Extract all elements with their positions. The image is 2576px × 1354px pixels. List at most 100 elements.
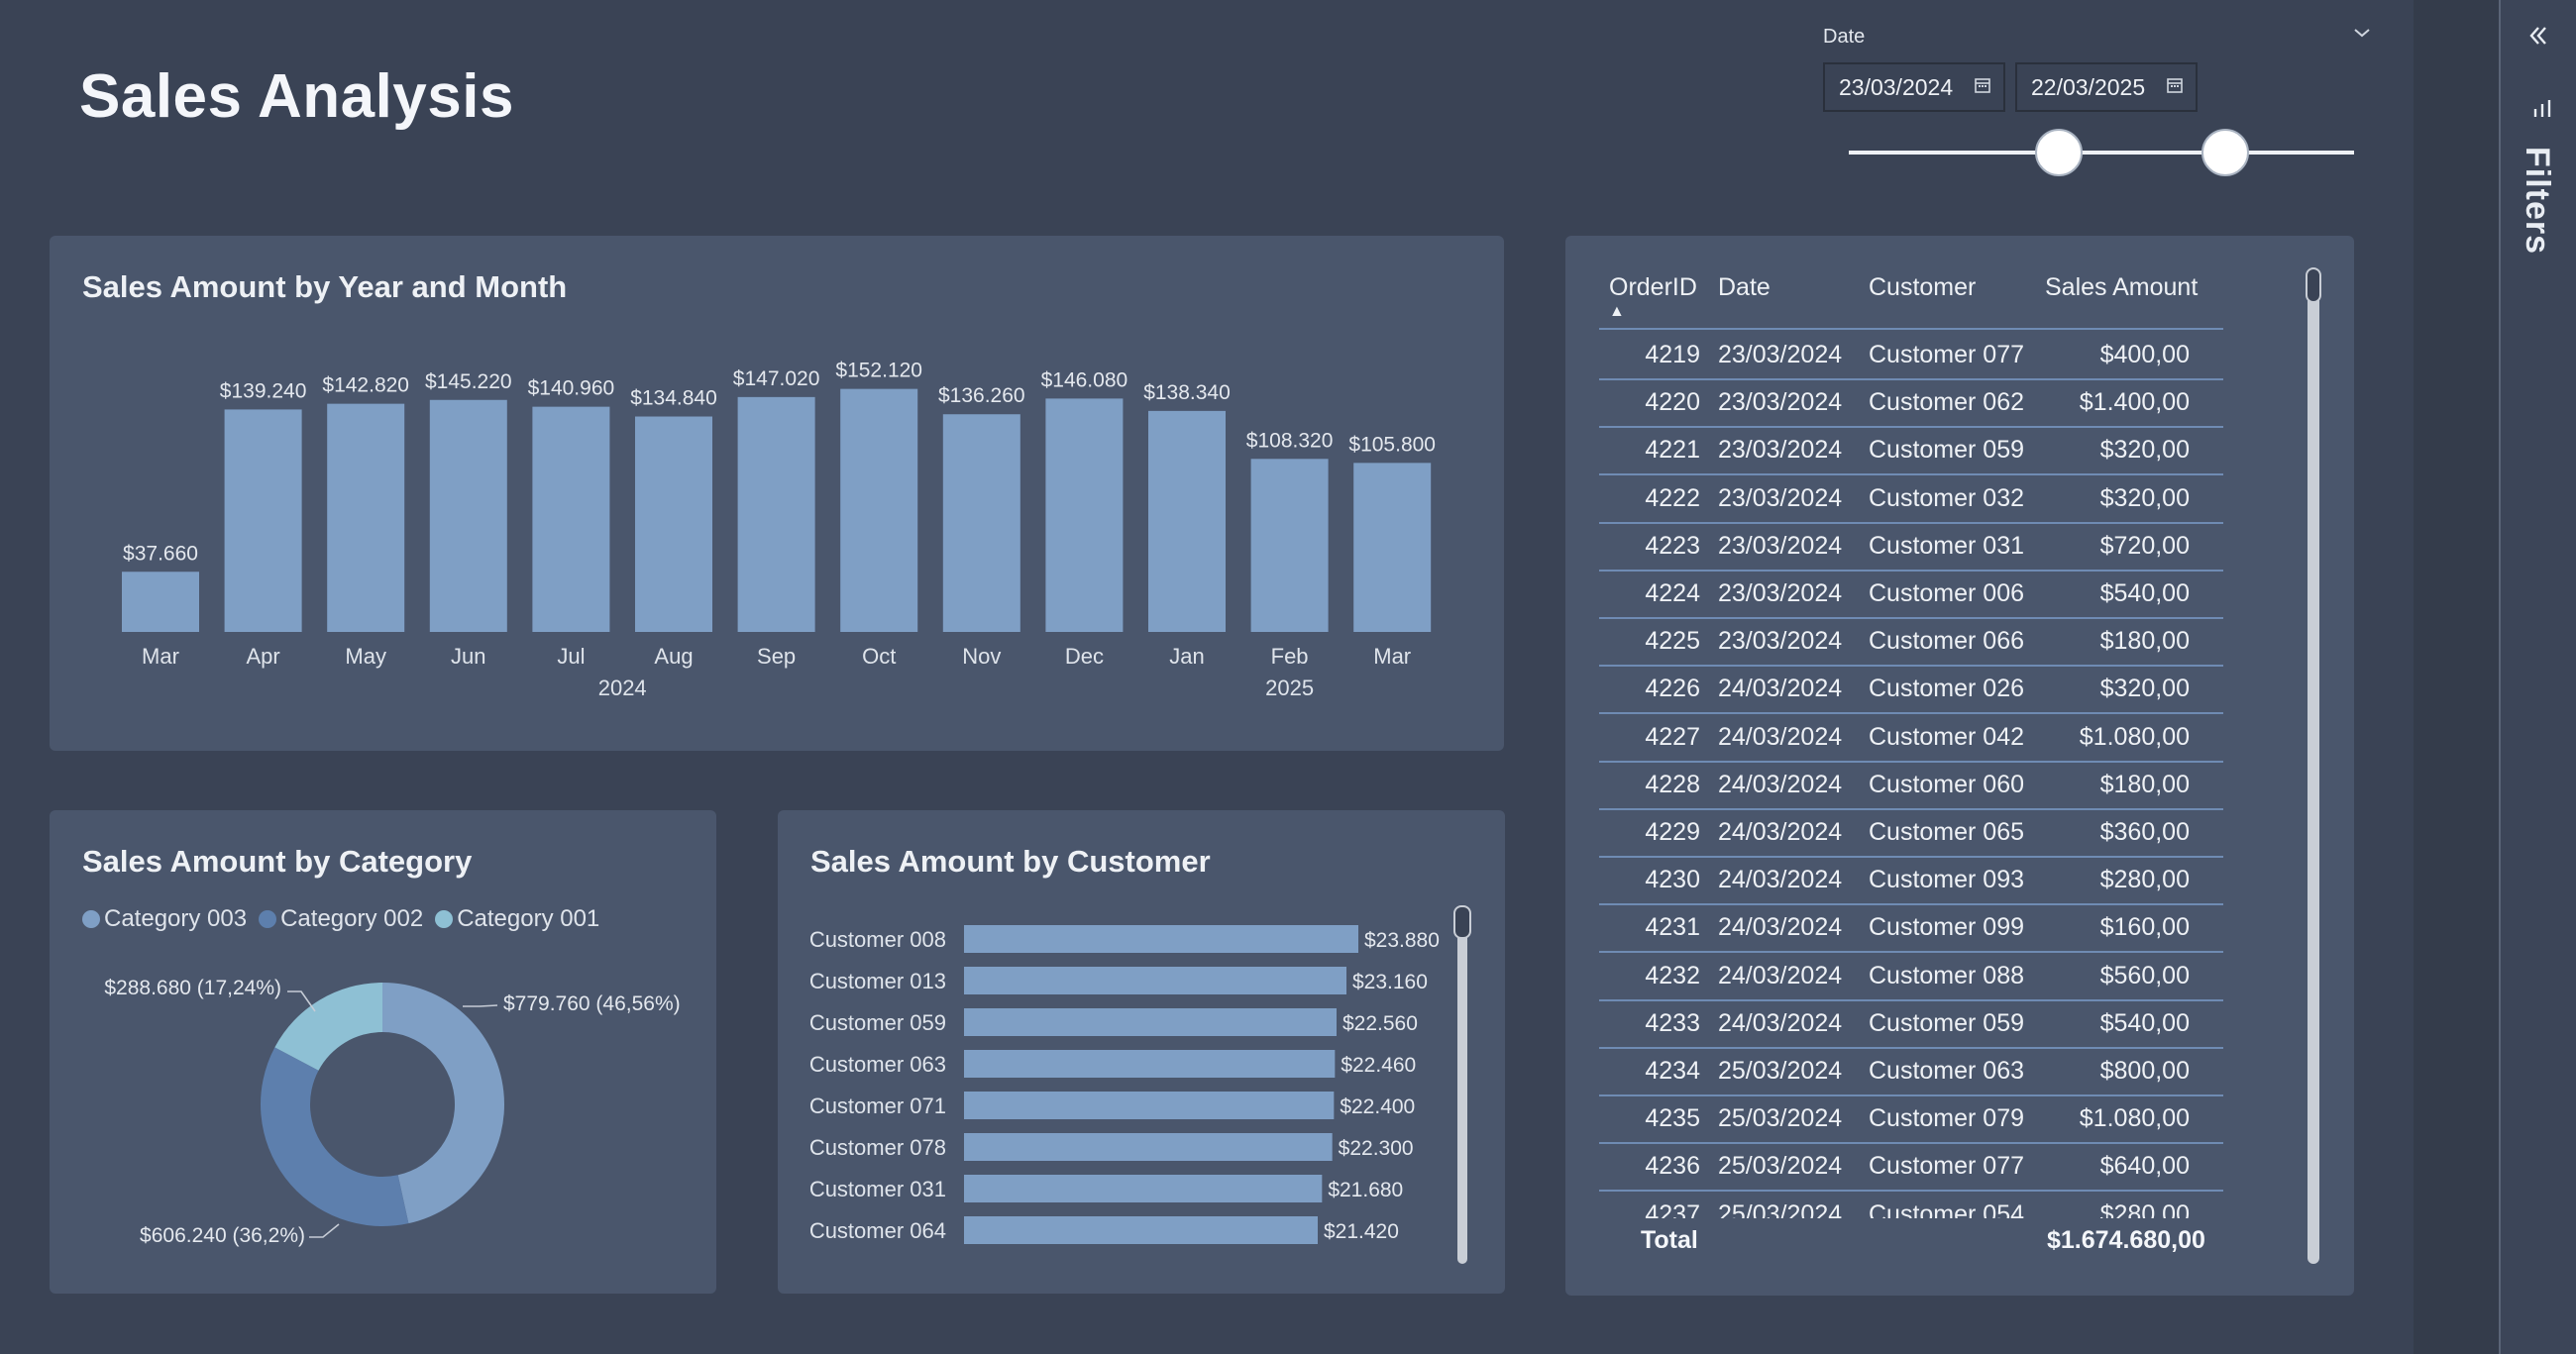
- cell-customer: Customer 077: [1869, 341, 2025, 368]
- table-row[interactable]: 4232 24/03/2024 Customer 088 $560,00: [1599, 952, 2223, 1001]
- cell-sales-amount: $560,00: [2099, 961, 2190, 989]
- table-row[interactable]: 4225 23/03/2024 Customer 066 $180,00: [1599, 617, 2223, 668]
- table-row[interactable]: 4237 25/03/2024 Customer 054 $280,00: [1599, 1191, 2223, 1218]
- bar-value-label: $21.420: [1324, 1220, 1399, 1243]
- cell-sales-amount: $180,00: [2099, 770, 2190, 798]
- cell-sales-amount: $400,00: [2099, 341, 2190, 368]
- filter-icon[interactable]: [2532, 97, 2554, 126]
- table-row[interactable]: 4229 24/03/2024 Customer 065 $360,00: [1599, 808, 2223, 858]
- cell-date: 23/03/2024: [1718, 436, 1843, 465]
- cell-customer: Customer 026: [1869, 675, 2025, 703]
- collapse-double-chevron-icon[interactable]: [2526, 24, 2550, 52]
- cell-sales-amount: $1.080,00: [2079, 722, 2190, 751]
- table-row[interactable]: 4219 23/03/2024 Customer 077 $400,00: [1599, 331, 2223, 380]
- cell-orderid: 4222: [1645, 483, 1700, 512]
- cell-date: 25/03/2024: [1718, 1199, 1843, 1218]
- cell-date: 24/03/2024: [1718, 961, 1843, 989]
- cell-sales-amount: $280,00: [2099, 1199, 2190, 1218]
- orders-table-body: 4219 23/03/2024 Customer 077 $400,00 4220 23/…: [0, 0, 2414, 1218]
- cell-orderid: 4221: [1645, 436, 1700, 465]
- pane-divider: [2414, 0, 2499, 1354]
- cell-customer: Customer 063: [1869, 1057, 2025, 1085]
- cell-orderid: 4236: [1645, 1152, 1700, 1181]
- orders-table-scroll-thumb[interactable]: [2306, 267, 2321, 303]
- cell-customer: Customer 060: [1869, 770, 2025, 798]
- table-row[interactable]: 4220 23/03/2024 Customer 062 $1.400,00: [1599, 378, 2223, 429]
- cell-date: 25/03/2024: [1718, 1152, 1843, 1181]
- cell-orderid: 4237: [1645, 1199, 1700, 1218]
- donut-leader-line: [309, 1223, 340, 1238]
- cell-date: 24/03/2024: [1718, 770, 1843, 798]
- cell-sales-amount: $320,00: [2099, 483, 2190, 512]
- cell-date: 24/03/2024: [1718, 913, 1843, 942]
- orders-table-scrollbar[interactable]: [2308, 269, 2319, 1264]
- table-row[interactable]: 4226 24/03/2024 Customer 026 $320,00: [1599, 665, 2223, 715]
- table-row[interactable]: 4230 24/03/2024 Customer 093 $280,00: [1599, 856, 2223, 906]
- table-row[interactable]: 4235 25/03/2024 Customer 079 $1.080,00: [1599, 1094, 2223, 1145]
- cell-orderid: 4230: [1645, 866, 1700, 894]
- cell-date: 23/03/2024: [1718, 341, 1843, 368]
- table-row[interactable]: 4228 24/03/2024 Customer 060 $180,00: [1599, 761, 2223, 810]
- cell-orderid: 4235: [1645, 1104, 1700, 1133]
- cell-orderid: 4232: [1645, 961, 1700, 989]
- table-row[interactable]: 4222 23/03/2024 Customer 032 $320,00: [1599, 474, 2223, 524]
- cell-customer: Customer 031: [1869, 531, 2025, 560]
- cell-orderid: 4226: [1645, 675, 1700, 703]
- cell-date: 24/03/2024: [1718, 818, 1843, 846]
- cell-date: 23/03/2024: [1718, 388, 1843, 417]
- cell-date: 24/03/2024: [1718, 1008, 1843, 1037]
- cell-sales-amount: $320,00: [2099, 436, 2190, 465]
- cell-orderid: 4224: [1645, 579, 1700, 607]
- cell-date: 24/03/2024: [1718, 675, 1843, 703]
- filters-pane-label[interactable]: Filters: [2518, 147, 2556, 255]
- cell-orderid: 4229: [1645, 818, 1700, 846]
- cell-customer: Customer 099: [1869, 913, 2025, 942]
- cell-sales-amount: $180,00: [2099, 627, 2190, 656]
- cell-orderid: 4220: [1645, 388, 1700, 417]
- cell-orderid: 4231: [1645, 913, 1700, 942]
- cell-orderid: 4225: [1645, 627, 1700, 656]
- table-row[interactable]: 4223 23/03/2024 Customer 031 $720,00: [1599, 522, 2223, 572]
- table-row[interactable]: 4234 25/03/2024 Customer 063 $800,00: [1599, 1047, 2223, 1096]
- y-tick-label: Customer 064: [809, 1218, 946, 1243]
- cell-sales-amount: $640,00: [2099, 1152, 2190, 1181]
- cell-customer: Customer 054: [1869, 1199, 2025, 1218]
- cell-orderid: 4227: [1645, 722, 1700, 751]
- table-row[interactable]: 4227 24/03/2024 Customer 042 $1.080,00: [1599, 713, 2223, 763]
- cell-customer: Customer 093: [1869, 866, 2025, 894]
- cell-date: 23/03/2024: [1718, 531, 1843, 560]
- table-row[interactable]: 4224 23/03/2024 Customer 006 $540,00: [1599, 570, 2223, 619]
- cell-sales-amount: $280,00: [2099, 866, 2190, 894]
- cell-sales-amount: $540,00: [2099, 1008, 2190, 1037]
- cell-date: 23/03/2024: [1718, 483, 1843, 512]
- cell-date: 24/03/2024: [1718, 722, 1843, 751]
- table-row[interactable]: 4236 25/03/2024 Customer 077 $640,00: [1599, 1142, 2223, 1193]
- cell-orderid: 4228: [1645, 770, 1700, 798]
- table-row[interactable]: 4233 24/03/2024 Customer 059 $540,00: [1599, 999, 2223, 1049]
- cell-sales-amount: $540,00: [2099, 579, 2190, 607]
- donut-data-label: $606.240 (36,2%): [140, 1224, 305, 1247]
- cell-orderid: 4233: [1645, 1008, 1700, 1037]
- cell-customer: Customer 088: [1869, 961, 2025, 989]
- cell-customer: Customer 077: [1869, 1152, 2025, 1181]
- cell-sales-amount: $1.400,00: [2079, 388, 2190, 417]
- cell-sales-amount: $320,00: [2099, 675, 2190, 703]
- cell-date: 23/03/2024: [1718, 579, 1843, 607]
- cell-date: 23/03/2024: [1718, 627, 1843, 656]
- cell-customer: Customer 059: [1869, 436, 2025, 465]
- cell-customer: Customer 032: [1869, 483, 2025, 512]
- cell-orderid: 4219: [1645, 341, 1700, 368]
- cell-customer: Customer 062: [1869, 388, 2025, 417]
- cell-customer: Customer 059: [1869, 1008, 2025, 1037]
- cell-date: 25/03/2024: [1718, 1104, 1843, 1133]
- cell-sales-amount: $800,00: [2099, 1057, 2190, 1085]
- cell-sales-amount: $1.080,00: [2079, 1104, 2190, 1133]
- table-row[interactable]: 4231 24/03/2024 Customer 099 $160,00: [1599, 903, 2223, 954]
- cell-date: 25/03/2024: [1718, 1057, 1843, 1085]
- cell-customer: Customer 065: [1869, 818, 2025, 846]
- cell-customer: Customer 066: [1869, 627, 2025, 656]
- bar-customer-064: [964, 1216, 1318, 1244]
- table-row[interactable]: 4221 23/03/2024 Customer 059 $320,00: [1599, 426, 2223, 476]
- cell-customer: Customer 079: [1869, 1104, 2025, 1133]
- cell-sales-amount: $720,00: [2099, 531, 2190, 560]
